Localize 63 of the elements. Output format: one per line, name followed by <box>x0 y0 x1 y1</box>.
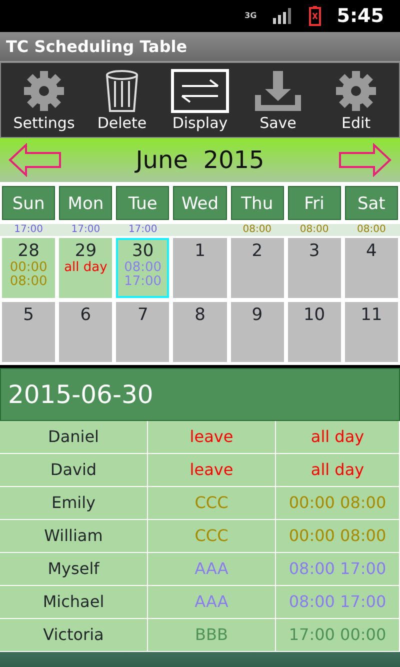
toolbar-button[interactable]: Display <box>161 68 239 132</box>
shift-cell: CCC <box>148 487 276 519</box>
time-cell: 08:00 17:00 <box>276 553 400 585</box>
time-cell: all day <box>276 421 400 453</box>
name-cell: Myself <box>0 553 148 585</box>
day-cell[interactable]: 30 08:00 17:00 <box>116 238 170 298</box>
weekday-header: Mon <box>59 186 112 220</box>
toolbar-button[interactable]: Save <box>239 68 317 132</box>
entry-time: 08:00 <box>242 224 273 236</box>
day-cell[interactable]: 2 <box>230 238 284 298</box>
day-cell[interactable]: 10 <box>288 302 341 362</box>
time-cell: 08:00 17:00 <box>276 586 400 618</box>
network-type-label: 3G <box>244 12 257 20</box>
day-cell[interactable]: 7 <box>116 302 170 362</box>
name-cell: Victoria <box>0 619 148 651</box>
weekday-header: Tue <box>116 186 170 220</box>
entry-time: 08:00 <box>356 224 387 236</box>
day-cell[interactable]: 5 <box>2 302 56 362</box>
day-cell[interactable]: 6 <box>59 302 112 362</box>
toolbar-button[interactable]: Settings <box>5 68 83 132</box>
day-cell[interactable]: 3 <box>288 238 341 298</box>
time-cell: 00:00 08:00 <box>276 520 400 552</box>
shift-cell: AAA <box>148 586 276 618</box>
shift-cell: AAA <box>148 553 276 585</box>
shift-cell: CCC <box>148 520 276 552</box>
window-title: TC Scheduling Table <box>0 32 400 62</box>
entry-time: 17:00 <box>70 224 102 236</box>
time-cell: 00:00 08:00 <box>276 487 400 519</box>
weekday-header: Wed <box>173 186 227 220</box>
swap-arrows-icon <box>171 68 229 113</box>
day-cell[interactable]: 4 <box>344 238 398 298</box>
entry-time: 08:00 <box>298 224 330 236</box>
day-cell[interactable]: 1 <box>173 238 227 298</box>
name-cell: Emily <box>0 487 148 519</box>
day-cell[interactable]: 11 <box>344 302 398 362</box>
name-cell: David <box>0 454 148 486</box>
weekday-header: Sun <box>2 186 56 220</box>
day-cell[interactable]: 9 <box>230 302 284 362</box>
signal-icon <box>272 8 293 24</box>
name-cell: Michael <box>0 586 148 618</box>
toolbar-button[interactable]: Delete <box>83 68 161 132</box>
day-cell[interactable]: 28 00:00 08:00 <box>2 238 56 298</box>
month-title: June 2015 <box>136 145 264 176</box>
weekday-header: Thu <box>230 186 284 220</box>
shift-cell: leave <box>148 421 276 453</box>
entry-time: 17:00 <box>13 224 44 236</box>
day-cell[interactable]: 8 <box>173 302 227 362</box>
time-cell: 17:00 00:00 <box>276 619 400 651</box>
battery-icon <box>308 6 321 26</box>
name-cell: William <box>0 520 148 552</box>
clock-time: 5:45 <box>336 4 384 29</box>
weekday-header: Fri <box>288 186 341 220</box>
weekday-header: Sat <box>344 186 398 220</box>
shift-cell: leave <box>148 454 276 486</box>
shift-cell: BBB <box>148 619 276 651</box>
name-cell: Daniel <box>0 421 148 453</box>
selected-date-header: 2015-06-30 <box>0 368 400 421</box>
toolbar-button[interactable]: Edit <box>317 68 395 132</box>
next-month-arrow[interactable] <box>338 143 392 177</box>
entry-time: 17:00 <box>127 224 158 236</box>
previous-month-arrow[interactable] <box>8 143 62 177</box>
time-cell: all day <box>276 454 400 486</box>
day-cell[interactable]: 29 all day <box>59 238 112 298</box>
